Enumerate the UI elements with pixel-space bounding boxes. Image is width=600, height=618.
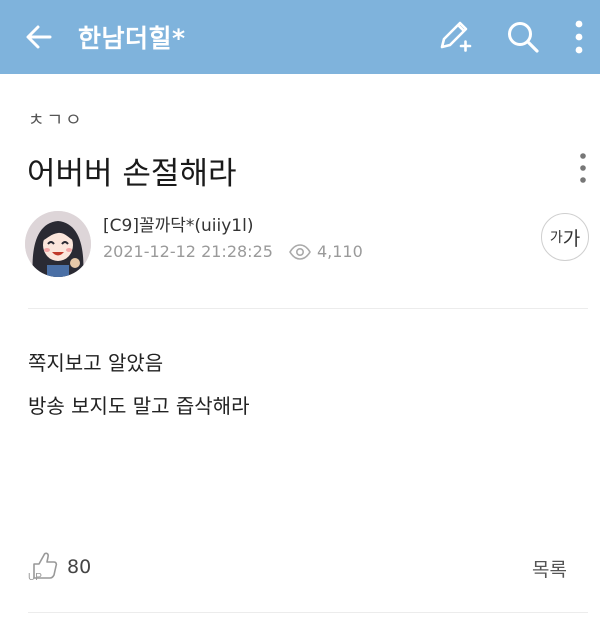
avatar-illustration xyxy=(25,211,91,277)
author-name[interactable]: [C9]꼴까닥*(uiiy1l) xyxy=(103,211,253,236)
like-badge: UP xyxy=(28,572,42,582)
post-datetime: 2021-12-12 21:28:25 xyxy=(103,242,273,261)
post-menu-icon[interactable] xyxy=(573,150,593,186)
content-line: 방송 보지도 말고 즙삭해라 xyxy=(28,394,250,418)
vertical-dots-icon[interactable] xyxy=(569,18,589,56)
view-count: 4,110 xyxy=(316,242,363,261)
post-title: 어버버 손절해라 xyxy=(27,156,237,192)
font-size-small-label: 가 xyxy=(549,230,563,246)
eye-icon xyxy=(289,243,311,260)
content-line: 쪽지보고 알았음 xyxy=(28,351,164,375)
board-title[interactable]: 한남더힐* xyxy=(78,19,186,55)
post-meta: 2021-12-12 21:28:25 4,110 xyxy=(103,242,363,261)
pencil-plus-icon[interactable] xyxy=(436,19,472,55)
divider xyxy=(28,308,588,309)
post-category[interactable]: ㅊㄱㅇ xyxy=(28,106,84,132)
author-avatar[interactable] xyxy=(25,211,91,277)
arrow-left-icon[interactable] xyxy=(24,22,54,52)
thumbs-up-icon[interactable]: UP xyxy=(25,546,61,582)
font-size-button[interactable]: 가가 xyxy=(541,213,589,261)
app-bar: 한남더힐* xyxy=(0,0,600,74)
list-button[interactable]: 목록 xyxy=(532,555,567,582)
divider xyxy=(28,612,588,613)
like-count: 80 xyxy=(67,556,92,578)
font-size-large-label: 가 xyxy=(562,227,581,250)
search-icon[interactable] xyxy=(506,20,540,54)
post-content: 쪽지보고 알았음 방송 보지도 말고 즙삭해라 xyxy=(28,342,249,428)
